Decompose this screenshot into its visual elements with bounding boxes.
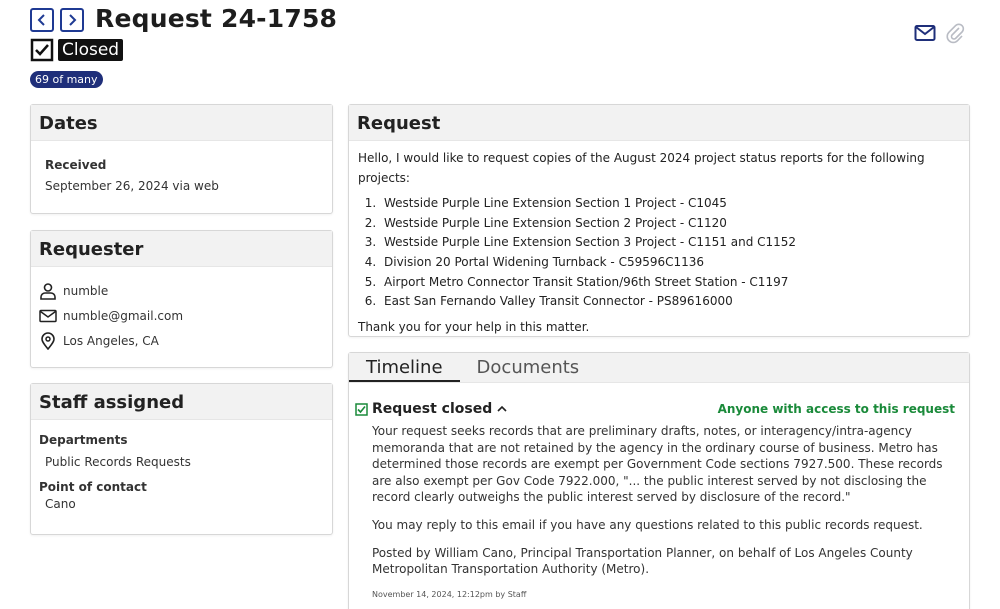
requester-heading: Requester	[31, 231, 332, 267]
page-title: Request 24-1758	[95, 4, 338, 33]
request-body: Hello, I would like to request copies of…	[349, 141, 969, 345]
requester-location: Los Angeles, CA	[63, 334, 159, 348]
count-badge: 69 of many	[30, 71, 103, 88]
timeline-card: Timeline Documents Request closed Anyone…	[348, 352, 970, 609]
received-value: September 26, 2024 via web	[45, 179, 219, 193]
next-record-button[interactable]	[60, 8, 84, 32]
departments-value: Public Records Requests	[45, 455, 191, 469]
request-heading: Request	[349, 105, 969, 141]
previous-record-button[interactable]	[30, 8, 54, 32]
checked-box-icon	[30, 38, 54, 62]
departments-label: Departments	[39, 433, 128, 447]
requester-email: numble@gmail.com	[63, 309, 184, 323]
requester-name: numble	[63, 284, 109, 298]
chevron-up-icon[interactable]	[496, 403, 508, 415]
list-item: East San Fernando Valley Transit Connect…	[380, 292, 960, 312]
dates-heading: Dates	[31, 105, 332, 141]
list-item: Division 20 Portal Widening Turnback - C…	[380, 253, 960, 273]
tab-timeline[interactable]: Timeline	[349, 353, 460, 382]
requester-email-row: numble@gmail.com	[39, 307, 183, 325]
requester-card: Requester numble numble@gmail.com Los An…	[30, 230, 333, 368]
chevron-right-icon	[69, 14, 77, 26]
email-icon[interactable]	[914, 22, 936, 44]
event-paragraph: Posted by William Cano, Principal Transp…	[372, 545, 913, 577]
status-badge: Closed	[58, 39, 124, 61]
request-closing: Thank you for your help in this matter.	[358, 319, 590, 334]
person-icon	[40, 283, 56, 300]
list-item: Airport Metro Connector Transit Station/…	[380, 273, 960, 293]
status-row: Closed	[30, 38, 124, 62]
list-item: Westside Purple Line Extension Section 3…	[380, 233, 960, 253]
requester-name-row: numble	[39, 282, 108, 300]
event-body: Your request seeks records that are prel…	[372, 423, 957, 603]
request-card: Request Hello, I would like to request c…	[348, 104, 970, 337]
requester-location-row: Los Angeles, CA	[39, 332, 159, 350]
header-actions	[914, 22, 966, 44]
paperclip-icon[interactable]	[944, 22, 966, 44]
event-title[interactable]: Request closed	[372, 401, 492, 417]
record-navigation	[30, 8, 84, 32]
request-project-list: Westside Purple Line Extension Section 1…	[380, 194, 960, 312]
event-header: Request closed Anyone with access to thi…	[355, 401, 955, 417]
staff-heading: Staff assigned	[31, 384, 332, 420]
checked-box-icon	[355, 402, 368, 416]
event-paragraph: Your request seeks records that are prel…	[372, 424, 943, 505]
event-paragraph: You may reply to this email if you have …	[372, 517, 923, 532]
event-timestamp: November 14, 2024, 12:12pm by Staff	[372, 589, 527, 599]
dates-card: Dates Received September 26, 2024 via we…	[30, 104, 333, 214]
tab-bar: Timeline Documents	[349, 353, 969, 383]
envelope-icon	[39, 309, 57, 323]
received-label: Received	[45, 158, 107, 172]
visibility-label: Anyone with access to this request	[717, 402, 955, 416]
location-pin-icon	[41, 332, 55, 350]
contact-value: Cano	[45, 497, 76, 511]
tab-documents[interactable]: Documents	[460, 353, 597, 382]
chevron-left-icon	[37, 14, 45, 26]
staff-card: Staff assigned Departments Public Record…	[30, 383, 333, 535]
list-item: Westside Purple Line Extension Section 1…	[380, 194, 960, 214]
contact-label: Point of contact	[39, 480, 147, 494]
list-item: Westside Purple Line Extension Section 2…	[380, 214, 960, 234]
request-intro: Hello, I would like to request copies of…	[358, 151, 925, 185]
